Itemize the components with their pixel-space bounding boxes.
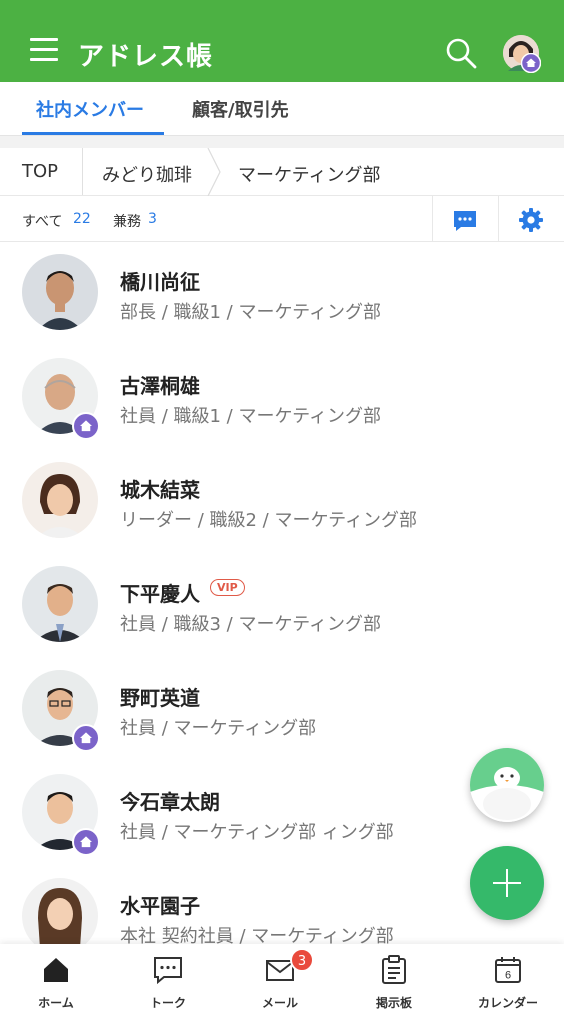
board-icon (382, 955, 406, 984)
member-name: 下平慶人 (120, 582, 200, 606)
member-avatar (22, 878, 98, 954)
calendar-day: 6 (505, 970, 511, 982)
tab-internal-members[interactable]: 社内メンバー (36, 96, 144, 122)
breadcrumb-company[interactable]: みどり珈琲 (102, 161, 192, 187)
add-button[interactable] (470, 846, 544, 920)
member-avatar (22, 254, 98, 330)
nav-talk[interactable]: トーク (112, 944, 224, 1024)
mail-unread-badge: 3 (290, 948, 314, 972)
tab-bar: 社内メンバー 顧客/取引先 (0, 82, 564, 136)
home-badge-icon (521, 53, 541, 73)
member-detail: リーダー / 職級2 / マーケティング部 (120, 510, 418, 531)
nav-calendar-label: カレンダー (477, 996, 538, 1010)
nav-home[interactable]: ホーム (0, 944, 112, 1024)
member-name: 今石章太朗 (120, 790, 220, 814)
member-row[interactable]: 古澤桐雄 社員 / 職級1 / マーケティング部 (0, 346, 564, 450)
member-name: 水平園子 (120, 894, 200, 918)
home-badge-icon (72, 828, 100, 856)
nav-talk-label: トーク (149, 996, 186, 1010)
vip-badge: VIP (210, 579, 245, 596)
all-count-value[interactable]: 22 (73, 211, 91, 227)
nav-board-label: 掲示板 (375, 996, 412, 1010)
member-detail: 部長 / 職級1 / マーケティング部 (120, 302, 382, 323)
member-name: 野町英道 (120, 686, 200, 710)
member-avatar (22, 566, 98, 642)
home-badge-icon (72, 412, 100, 440)
home-icon (44, 958, 68, 982)
member-row[interactable]: 城木結菜 リーダー / 職級2 / マーケティング部 (0, 450, 564, 554)
member-name: 古澤桐雄 (120, 374, 200, 398)
hamburger-menu-icon[interactable] (30, 38, 58, 62)
breadcrumb-top[interactable]: TOP (22, 161, 58, 182)
active-tab-indicator (22, 132, 164, 135)
user-avatar[interactable] (503, 35, 541, 73)
breadcrumb-divider (82, 148, 83, 195)
divider (432, 196, 433, 241)
breadcrumb: TOP みどり珈琲 マーケティング部 (0, 148, 564, 196)
nav-board[interactable]: 掲示板 (338, 944, 450, 1024)
member-detail: 社員 / マーケティング部 (120, 718, 317, 739)
divider (498, 196, 499, 241)
page-title: アドレス帳 (78, 42, 214, 72)
address-book-screen: アドレス帳 社内メンバー 顧客/取引先 TOP みどり珈琲 マーケティング部 す… (0, 0, 564, 1024)
member-detail: 社員 / 職級3 / マーケティング部 (120, 614, 382, 635)
bot-mascot-icon (470, 748, 544, 822)
search-icon[interactable] (444, 36, 478, 70)
home-badge-icon (72, 724, 100, 752)
nav-calendar[interactable]: 6 カレンダー (452, 944, 564, 1024)
tab-customers[interactable]: 顧客/取引先 (192, 96, 289, 122)
member-row[interactable]: 橋川尚征 部長 / 職級1 / マーケティング部 (0, 242, 564, 346)
breadcrumb-chevron-icon (207, 148, 221, 196)
member-name: 橋川尚征 (120, 270, 200, 294)
settings-gear-icon[interactable] (518, 207, 544, 233)
bottom-navigation: ホーム トーク 3 メール 掲示板 6 カレンダー (0, 944, 564, 1024)
member-row[interactable]: 下平慶人 VIP 社員 / 職級3 / マーケティング部 (0, 554, 564, 658)
breadcrumb-department[interactable]: マーケティング部 (238, 161, 381, 187)
member-detail: 社員 / 職級1 / マーケティング部 (120, 406, 382, 427)
member-row[interactable]: 野町英道 社員 / マーケティング部 (0, 658, 564, 762)
concurrent-count-label[interactable]: 兼務 (113, 211, 141, 231)
nav-mail-label: メール (261, 996, 298, 1010)
nav-mail[interactable]: 3 メール (224, 944, 336, 1024)
all-count-label[interactable]: すべて (22, 211, 62, 231)
nav-home-label: ホーム (38, 996, 74, 1010)
talk-icon (154, 957, 182, 985)
group-chat-icon[interactable] (452, 209, 478, 233)
member-avatar (22, 462, 98, 538)
section-gap (0, 136, 564, 148)
assistant-bot-button[interactable] (470, 748, 544, 822)
member-detail: 社員 / マーケティング部 ィング部 (120, 822, 394, 843)
concurrent-count-value[interactable]: 3 (148, 211, 157, 227)
count-bar: すべて 22 兼務 3 (0, 196, 564, 242)
member-name: 城木結菜 (120, 478, 200, 502)
app-header: アドレス帳 (0, 0, 564, 82)
calendar-icon: 6 (495, 957, 521, 983)
